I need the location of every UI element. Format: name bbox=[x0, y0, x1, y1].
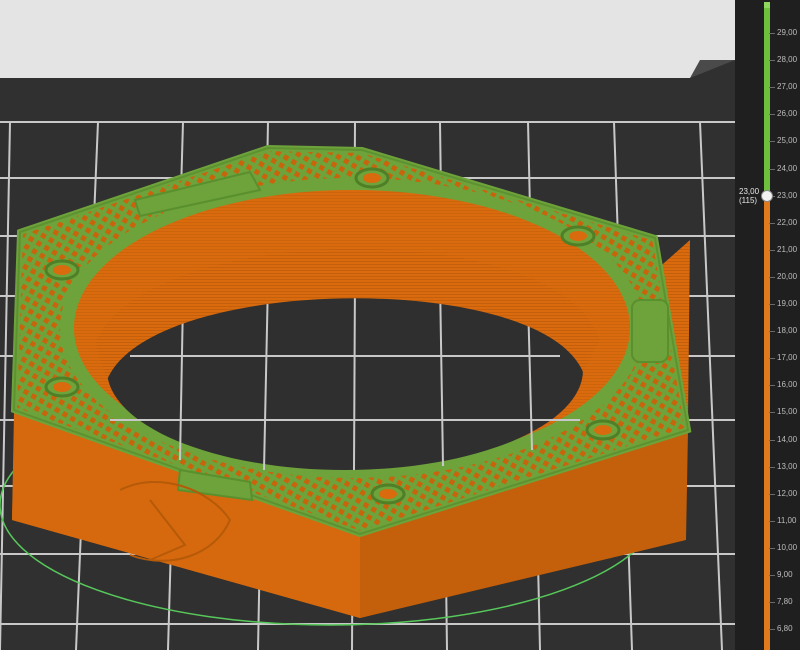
slider-tick-label: 14,00 bbox=[777, 434, 798, 444]
slider-tick-mark bbox=[769, 33, 775, 34]
slider-tick-mark bbox=[769, 276, 775, 278]
slider-tick-label: 13,00 bbox=[777, 461, 798, 471]
slider-tick-mark bbox=[769, 358, 775, 360]
slider-tick-label: 23,00 bbox=[777, 190, 798, 200]
slider-tick-label: 12,00 bbox=[777, 488, 798, 498]
slider-tick-mark bbox=[769, 547, 775, 549]
slider-tick-mark bbox=[769, 331, 775, 333]
slider-track-below[interactable] bbox=[764, 195, 770, 650]
sliced-model-scene[interactable] bbox=[0, 0, 735, 650]
slider-tick-label: 18,00 bbox=[777, 326, 798, 336]
slider-tick-label: 20,00 bbox=[777, 271, 798, 281]
slider-tick-label: 21,00 bbox=[777, 244, 798, 254]
background-wall bbox=[0, 0, 735, 78]
slider-tick-label: 15,00 bbox=[777, 407, 798, 417]
slider-tick-mark bbox=[769, 87, 775, 89]
slider-tick-mark bbox=[769, 493, 775, 495]
current-layer-label: 23,00 (115) bbox=[739, 187, 759, 205]
slider-tick-mark bbox=[769, 385, 775, 387]
slider-tick-label: 26,00 bbox=[777, 109, 798, 119]
layer-slider-handle[interactable] bbox=[761, 189, 773, 202]
slider-tick-mark bbox=[769, 114, 775, 116]
slider-tick-mark bbox=[769, 629, 775, 631]
slider-tick-label: 16,00 bbox=[777, 380, 798, 390]
slider-tick-mark bbox=[769, 141, 775, 143]
slider-tick-label: 28,00 bbox=[777, 55, 798, 65]
slider-tick-mark bbox=[769, 412, 775, 414]
slider-tick-label: 9,00 bbox=[777, 570, 793, 579]
slider-tick-mark bbox=[769, 602, 775, 604]
3d-preview-viewport[interactable] bbox=[0, 0, 735, 650]
slider-tick-label: 22,00 bbox=[777, 217, 798, 227]
slider-tick-mark bbox=[769, 575, 775, 576]
current-height-text: 23,00 bbox=[739, 186, 760, 196]
slider-tick-mark bbox=[769, 439, 775, 441]
slider-tick-label: 27,00 bbox=[777, 82, 798, 92]
slider-tick-mark bbox=[769, 222, 775, 224]
slider-tick-label: 29,00 bbox=[777, 28, 798, 37]
slider-tick-label: 10,00 bbox=[777, 542, 798, 552]
slider-track-above[interactable] bbox=[764, 8, 770, 196]
slider-tick-mark bbox=[769, 168, 775, 170]
slider-tick-label: 11,00 bbox=[777, 515, 797, 525]
slider-tick-label: 24,00 bbox=[777, 163, 798, 173]
layer-slider-panel[interactable]: 29,00 28,00 27,00 26,00 25,00 24,00 23,00 22,00… bbox=[735, 0, 800, 650]
slider-tick-mark bbox=[769, 466, 775, 468]
slider-tick-mark bbox=[769, 304, 775, 305]
slider-tick-label: 6,80 bbox=[777, 624, 793, 634]
slider-tick-mark bbox=[769, 520, 775, 522]
slider-tick-mark bbox=[769, 60, 775, 62]
slider-tick-label: 7,80 bbox=[777, 597, 793, 607]
slider-tick-label: 17,00 bbox=[777, 353, 798, 363]
slider-tick-mark bbox=[769, 249, 775, 251]
slider-tick-label: 25,00 bbox=[777, 136, 798, 146]
current-layer-number: (115) bbox=[739, 195, 758, 205]
slider-tick-label: 19,00 bbox=[777, 299, 798, 308]
